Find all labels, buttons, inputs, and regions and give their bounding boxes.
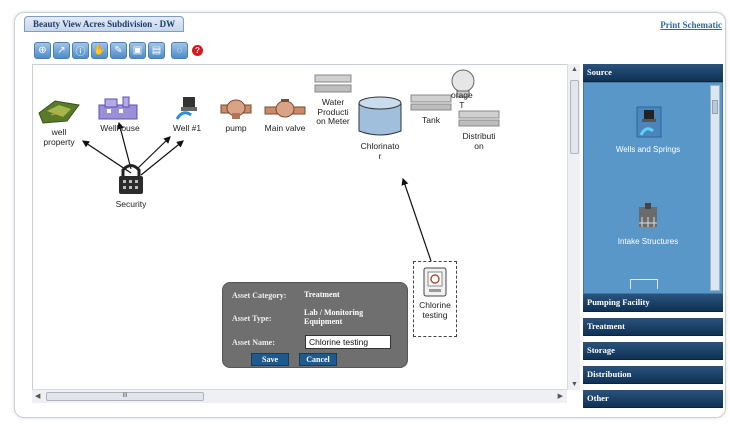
toolbar: ⊕ ↗ ⓘ ✋ ✎ ▣ ▤ ◌ ? xyxy=(34,40,203,60)
scroll-up-icon[interactable]: ▲ xyxy=(571,66,578,73)
info-button[interactable]: ⓘ xyxy=(72,41,89,59)
node-well-1[interactable]: Well #1 xyxy=(169,95,205,134)
scroll-left-icon[interactable]: ◀ xyxy=(35,392,40,400)
zoom-out-button[interactable]: ◌ xyxy=(171,41,188,59)
meter-icon xyxy=(314,74,352,93)
node-well-property[interactable]: well property xyxy=(37,97,81,147)
scroll-right-icon[interactable]: ▶ xyxy=(558,392,563,400)
node-storage-tank[interactable]: orage T xyxy=(441,69,481,110)
palette-scrollbar[interactable] xyxy=(710,85,720,291)
scroll-grip: III xyxy=(122,393,128,399)
asset-type-value: Lab / Monitoring Equipment xyxy=(304,308,364,326)
select-button[interactable]: ↗ xyxy=(53,41,70,59)
section-source[interactable]: Source xyxy=(583,64,723,82)
lock-icon xyxy=(119,164,143,194)
arrow-icon: ↗ xyxy=(57,44,66,56)
palette-scroll-thumb[interactable] xyxy=(712,100,718,114)
pencil-icon: ✎ xyxy=(114,44,123,56)
layer-icon: ▣ xyxy=(132,44,143,56)
save-button[interactable]: Save xyxy=(251,353,289,366)
section-distribution[interactable]: Distribution xyxy=(583,366,723,384)
palette-item-intake-structures[interactable]: Intake Structures xyxy=(588,201,708,246)
lock-button[interactable]: ▤ xyxy=(148,41,165,59)
info-icon: ⓘ xyxy=(75,46,86,58)
palette-next-item[interactable] xyxy=(630,279,658,289)
asset-dialog: Asset Category: Treatment Asset Type: La… xyxy=(222,282,408,368)
asset-name-input[interactable] xyxy=(305,335,391,349)
scroll-down-icon[interactable]: ▼ xyxy=(571,381,578,388)
well-icon xyxy=(175,97,197,120)
asset-name-label: Asset Name: xyxy=(232,338,275,347)
cancel-button[interactable]: Cancel xyxy=(299,353,337,366)
canvas-horizontal-scrollbar[interactable]: ◀ III ▶ xyxy=(32,389,567,403)
asset-palette: Source Wells and Springs Intake Structur… xyxy=(583,64,723,408)
help-button[interactable]: ? xyxy=(192,44,203,56)
node-chlorinator[interactable]: Chlorinato r xyxy=(355,95,405,161)
palette-item-wells-springs[interactable]: Wells and Springs xyxy=(588,105,708,154)
intake-structures-label: Intake Structures xyxy=(617,237,679,246)
test-kit-icon xyxy=(423,267,447,297)
node-main-valve[interactable]: Main valve xyxy=(261,97,309,134)
zoom-out-icon: ◌ xyxy=(176,44,183,56)
node-distribution[interactable]: Distributi on xyxy=(457,109,501,151)
node-security[interactable]: Security xyxy=(109,161,153,210)
valve-icon xyxy=(264,99,306,118)
chlorinator-icon xyxy=(358,96,402,136)
pump-icon xyxy=(220,99,252,119)
print-schematic-link[interactable]: Print Schematic xyxy=(660,20,722,30)
section-treatment[interactable]: Treatment xyxy=(583,318,723,336)
node-chlorine-testing[interactable]: Chlorine testing xyxy=(413,261,457,337)
intake-structure-icon xyxy=(639,203,657,227)
section-storage[interactable]: Storage xyxy=(583,342,723,360)
wells-springs-label: Wells and Springs xyxy=(615,145,681,154)
hand-icon: ✋ xyxy=(93,44,106,56)
node-wellhouse[interactable]: Wellhouse xyxy=(95,95,145,134)
vertical-scroll-thumb[interactable] xyxy=(570,80,579,154)
distribution-icon xyxy=(458,110,500,127)
source-items-panel: Wells and Springs Intake Structures xyxy=(583,82,723,294)
terrain-icon xyxy=(38,100,80,124)
asset-type-label: Asset Type: xyxy=(232,314,272,323)
node-water-production-meter[interactable]: Water Producti on Meter xyxy=(311,73,355,127)
draw-connector-button[interactable]: ✎ xyxy=(110,41,127,59)
section-pumping-facility[interactable]: Pumping Facility xyxy=(583,294,723,312)
help-icon: ? xyxy=(195,45,200,55)
canvas-vertical-scrollbar[interactable]: ▲ ▼ xyxy=(567,64,580,390)
well-spring-icon xyxy=(636,106,662,138)
zoom-in-icon: ⊕ xyxy=(38,44,47,56)
node-pump[interactable]: pump xyxy=(219,97,253,134)
layer-button[interactable]: ▣ xyxy=(129,41,146,59)
zoom-in-button[interactable]: ⊕ xyxy=(34,41,51,59)
section-other[interactable]: Other xyxy=(583,390,723,408)
wellhouse-icon xyxy=(98,96,138,120)
horizontal-scroll-thumb[interactable]: III xyxy=(46,392,204,401)
asset-category-label: Asset Category: xyxy=(232,291,287,300)
pan-button[interactable]: ✋ xyxy=(91,41,108,59)
asset-category-value: Treatment xyxy=(304,290,340,299)
window-title: Beauty View Acres Subdivision - DW xyxy=(24,16,185,32)
connector-testing-chlorinator[interactable] xyxy=(401,177,432,262)
lock-icon: ▤ xyxy=(151,44,162,56)
